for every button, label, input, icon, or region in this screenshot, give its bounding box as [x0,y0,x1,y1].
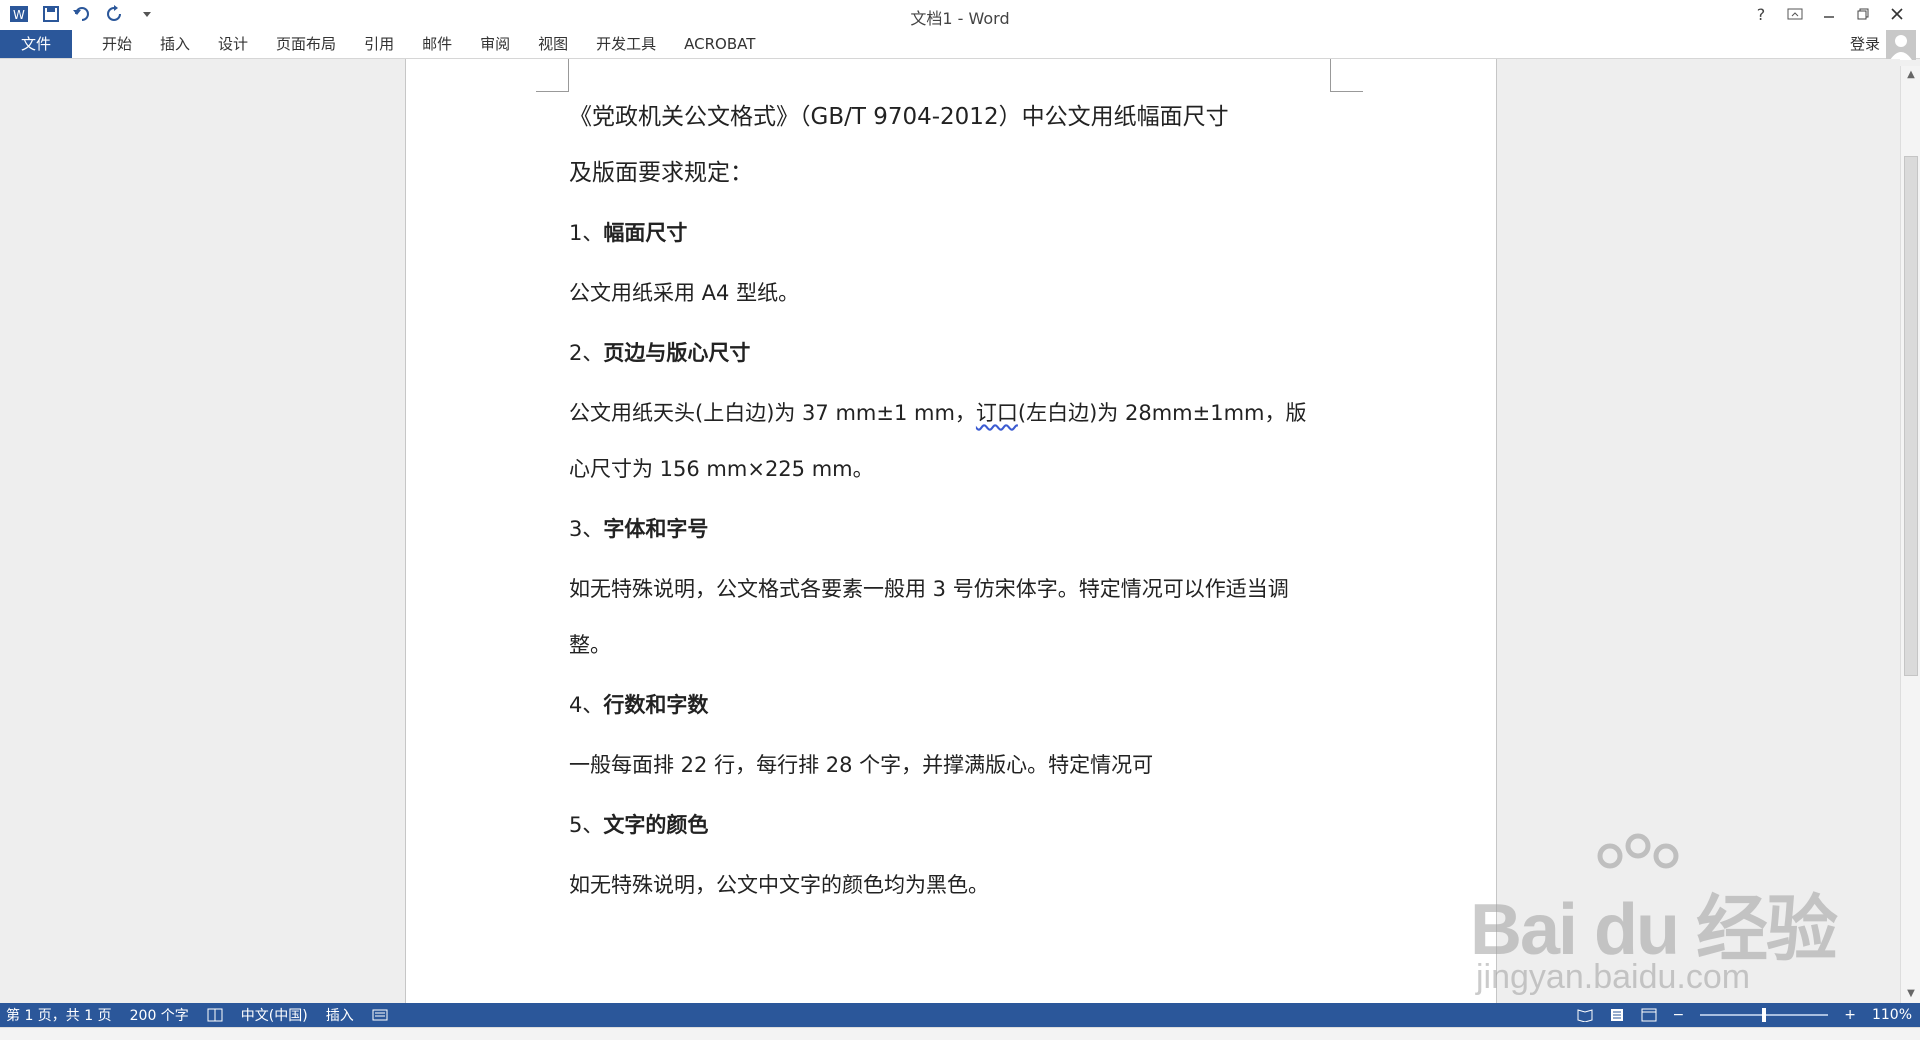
tab-list: 开始 插入 设计 页面布局 引用 邮件 审阅 视图 开发工具 ACROBAT [88,30,769,58]
tab-developer[interactable]: 开发工具 [582,30,670,58]
crop-mark-right [1330,59,1363,92]
ribbon-display-options-icon[interactable] [1780,2,1810,26]
tab-page-layout[interactable]: 页面布局 [262,30,350,58]
section-number: 3、 [569,517,604,541]
body-text: 公文用纸天头(上白边)为 37 mm±1 mm， [569,401,976,425]
taskbar-strip [0,1027,1920,1040]
section-heading-text: 幅面尺寸 [603,221,688,245]
baidu-watermark: Bai du 经验 jingyan.baidu.com [1470,830,1900,1000]
zoom-slider[interactable] [1700,1008,1829,1022]
tab-review[interactable]: 审阅 [466,30,524,58]
status-right: − + 110% [1577,1003,1912,1027]
close-icon[interactable] [1882,2,1912,26]
user-avatar-icon[interactable] [1886,30,1916,60]
section-body-3-line-2: 整。 [569,633,611,657]
scroll-up-icon[interactable]: ▲ [1904,68,1918,82]
tab-home[interactable]: 开始 [88,30,146,58]
read-mode-icon[interactable] [1577,1008,1593,1023]
word-count[interactable]: 200 个字 [130,1005,189,1025]
document-title: 文档1 - Word [910,9,1010,28]
section-heading-text: 文字的颜色 [603,813,709,837]
web-layout-icon[interactable] [1641,1008,1657,1022]
section-number: 1、 [569,221,604,245]
section-heading-1: 1、幅面尺寸 [569,215,1349,251]
watermark-sub-text: jingyan.baidu.com [1476,958,1751,996]
minimize-icon[interactable] [1814,2,1844,26]
tab-design[interactable]: 设计 [204,30,262,58]
zoom-percent[interactable]: 110% [1872,1007,1912,1023]
insert-mode-indicator[interactable]: 插入 [326,1005,354,1025]
document-content[interactable]: 《党政机关公文格式》（GB/T 9704-2012）中公文用纸幅面尺寸 及版面要… [569,89,1349,913]
status-left: 第 1 页，共 1 页 200 个字 中文(中国) 插入 [6,1003,388,1027]
zoom-slider-thumb[interactable] [1762,1008,1767,1022]
document-page[interactable]: 《党政机关公文格式》（GB/T 9704-2012）中公文用纸幅面尺寸 及版面要… [405,59,1497,1003]
section-heading-4: 4、行数和字数 [569,687,1349,723]
section-heading-5: 5、文字的颜色 [569,807,1349,843]
spelling-flag-text[interactable]: 订口 [976,401,1018,425]
tab-insert[interactable]: 插入 [146,30,204,58]
print-layout-icon[interactable] [1609,1008,1625,1022]
scroll-down-icon[interactable]: ▼ [1904,987,1918,1001]
language-indicator[interactable]: 中文(中国) [241,1005,308,1025]
restore-icon[interactable] [1848,2,1878,26]
macro-record-icon[interactable] [372,1008,388,1022]
tab-view[interactable]: 视图 [524,30,582,58]
section-body-3-line-1: 如无特殊说明，公文格式各要素一般用 3 号仿宋体字。特定情况可以作适当调 [569,577,1289,601]
section-number: 5、 [569,813,604,837]
window-controls: ? [1746,2,1912,26]
status-bar: 第 1 页，共 1 页 200 个字 中文(中国) 插入 − + 110% [0,1003,1920,1027]
section-number: 4、 [569,693,604,717]
zoom-in-icon[interactable]: + [1844,1007,1856,1023]
sign-in-link[interactable]: 登录 [1850,30,1880,58]
section-heading-text: 字体和字号 [603,517,709,541]
tab-references[interactable]: 引用 [350,30,408,58]
section-heading-text: 行数和字数 [603,693,709,717]
title-bar: W 文档1 - Word ? [0,0,1920,30]
section-body-4-line-1: 一般每面排 22 行，每行排 28 个字，并撑满版心。特定情况可 [569,753,1154,777]
section-heading-text: 页边与版心尺寸 [603,341,751,365]
doc-title-line-1: 《党政机关公文格式》（GB/T 9704-2012）中公文用纸幅面尺寸 [569,104,1229,130]
tab-mailings[interactable]: 邮件 [408,30,466,58]
ribbon-tabs: 文件 开始 插入 设计 页面布局 引用 邮件 审阅 视图 开发工具 ACROBA… [0,30,1920,60]
section-body-2-line-2: 心尺寸为 156 mm×225 mm。 [569,457,874,481]
section-heading-2: 2、页边与版心尺寸 [569,335,1349,371]
crop-mark-left [536,59,569,92]
section-body-1-line-1: 公文用纸采用 A4 型纸。 [569,281,800,305]
proofing-icon[interactable] [207,1008,223,1022]
page-info[interactable]: 第 1 页，共 1 页 [6,1005,112,1025]
help-button[interactable]: ? [1746,2,1776,26]
tab-file[interactable]: 文件 [0,30,72,58]
section-body-5-line-1: 如无特殊说明，公文中文字的颜色均为黑色。 [569,873,989,897]
section-body-2-line-1: 公文用纸天头(上白边)为 37 mm±1 mm，订口(左白边)为 28mm±1m… [569,385,1349,441]
section-number: 2、 [569,341,604,365]
scroll-thumb[interactable] [1904,156,1918,676]
section-heading-3: 3、字体和字号 [569,511,1349,547]
doc-title-line-2: 及版面要求规定： [569,160,753,186]
tab-acrobat[interactable]: ACROBAT [670,30,769,58]
vertical-scrollbar[interactable]: ▲ ▼ [1900,66,1920,1003]
body-text: (左白边)为 28mm±1mm，版 [1017,401,1307,425]
zoom-out-icon[interactable]: − [1673,1007,1685,1023]
